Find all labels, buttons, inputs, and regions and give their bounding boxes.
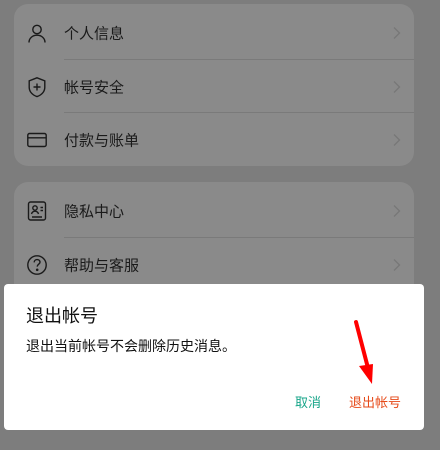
chevron-right-icon (392, 26, 402, 40)
chevron-right-icon (392, 204, 402, 218)
settings-item-label: 帮助与客服 (64, 256, 140, 274)
question-circle-icon (26, 254, 48, 276)
settings-item-payment-billing[interactable]: 付款与账单 (14, 113, 414, 166)
chevron-right-icon (392, 80, 402, 94)
id-card-icon (26, 200, 48, 222)
chevron-right-icon (392, 133, 402, 147)
credit-card-icon (26, 129, 48, 151)
chevron-right-icon (392, 258, 402, 272)
settings-item-label: 付款与账单 (64, 131, 140, 149)
dialog-message: 退出当前帐号不会删除历史消息。 (26, 339, 236, 355)
settings-item-label: 隐私中心 (64, 202, 125, 220)
settings-item-label: 个人信息 (64, 24, 125, 42)
settings-item-personal-info[interactable]: 个人信息 (14, 6, 414, 59)
settings-item-label: 帐号安全 (64, 78, 125, 96)
person-icon (26, 22, 48, 44)
confirm-logout-button[interactable]: 退出帐号 (349, 392, 401, 411)
cancel-button[interactable]: 取消 (295, 392, 321, 411)
settings-item-account-security[interactable]: 帐号安全 (14, 60, 414, 113)
annotation-arrow-icon (340, 316, 390, 388)
dialog-title: 退出帐号 (26, 306, 98, 327)
settings-group-account: 个人信息 帐号安全 付款与账单 (14, 4, 414, 166)
settings-item-privacy-center[interactable]: 隐私中心 (14, 184, 414, 237)
shield-plus-icon (26, 76, 48, 98)
